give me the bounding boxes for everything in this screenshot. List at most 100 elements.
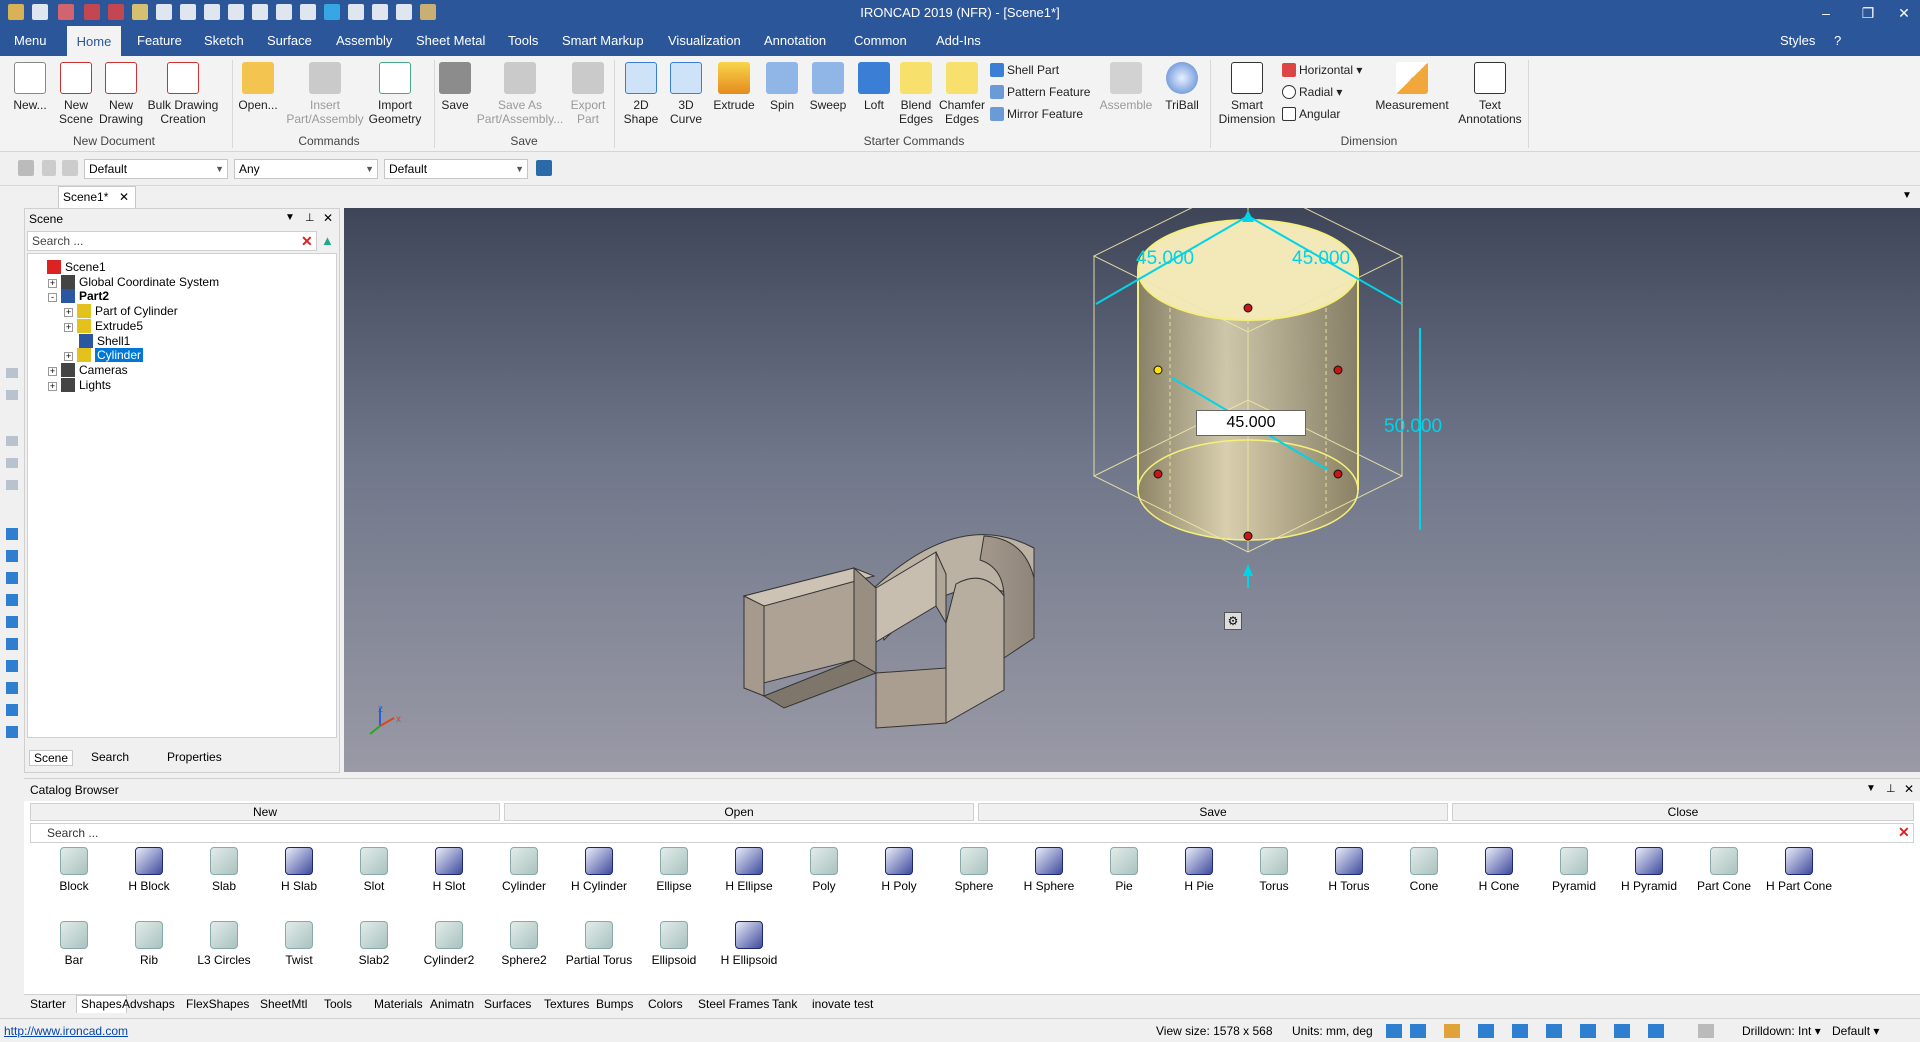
tab-feature[interactable]: Feature — [131, 26, 188, 56]
catalog-shape-item[interactable]: L3 Circles — [188, 921, 260, 967]
render-icon[interactable] — [1478, 1024, 1494, 1038]
catalog-shape-item[interactable]: Bar — [38, 921, 110, 967]
tab-common[interactable]: Common — [848, 26, 913, 56]
catalog-shape-item[interactable]: Cylinder — [488, 847, 560, 893]
panel-menu-icon[interactable]: ▼ — [1866, 783, 1876, 794]
spin-button[interactable]: Spin — [762, 62, 802, 112]
catalog-tab[interactable]: Tank — [772, 997, 797, 1011]
styles-menu[interactable]: Styles — [1774, 26, 1821, 56]
website-link[interactable]: http://www.ironcad.com — [4, 1024, 128, 1038]
measurement-button[interactable]: Measurement — [1372, 62, 1452, 112]
tab-smart-markup[interactable]: Smart Markup — [556, 26, 650, 56]
dimension-input[interactable]: 45.000 — [1196, 410, 1306, 436]
catalog-shape-item[interactable]: Partial Torus — [563, 921, 635, 967]
assemble-button[interactable]: Assemble — [1098, 62, 1154, 112]
triball-button[interactable]: TriBall — [1160, 62, 1204, 112]
default-select[interactable]: Default ▾ — [1832, 1024, 1879, 1038]
scene-search-input[interactable]: Search ... — [27, 231, 317, 251]
view-icon[interactable] — [1444, 1024, 1460, 1038]
save-button[interactable]: Save — [438, 62, 472, 112]
catalog-tab[interactable]: Tools — [324, 997, 352, 1011]
magnet-part[interactable] — [742, 534, 1035, 729]
select-icon[interactable] — [18, 160, 34, 176]
loft-button[interactable]: Loft — [854, 62, 894, 112]
dim-height[interactable]: 50.000 — [1384, 416, 1442, 438]
catalog-save-button[interactable]: Save — [978, 803, 1448, 821]
grid-icon[interactable] — [1648, 1024, 1664, 1038]
catalog-tab[interactable]: SheetMtl — [260, 997, 307, 1011]
catalog-shape-item[interactable]: H Sphere — [1013, 847, 1085, 893]
dim-width-right[interactable]: 45.000 — [1292, 248, 1350, 270]
filter-combo[interactable]: Default ▼ — [84, 159, 228, 179]
expand-toggle-icon[interactable]: + — [48, 381, 57, 391]
expand-toggle-icon[interactable]: - — [48, 293, 57, 303]
catalog-shape-item[interactable]: Part Cone — [1688, 847, 1760, 893]
catalog-tab[interactable]: Bumps — [596, 997, 633, 1011]
catalog-shape-item[interactable]: H Ellipsoid — [713, 921, 785, 967]
minimize-icon[interactable]: – — [1806, 2, 1846, 24]
tab-tools[interactable]: Tools — [502, 26, 544, 56]
save-as-button[interactable]: Save As Part/Assembly... — [474, 62, 566, 126]
search-options-icon[interactable]: ▲ — [321, 233, 334, 248]
tab-annotation[interactable]: Annotation — [758, 26, 832, 56]
catalog-shape-item[interactable]: Slot — [338, 847, 410, 893]
catalog-tab[interactable]: Animatn — [430, 997, 474, 1011]
dim-width-left[interactable]: 45.000 — [1136, 248, 1194, 270]
chamfer-edges-button[interactable]: Chamfer Edges — [938, 62, 986, 126]
catalog-tab[interactable]: Surfaces — [484, 997, 531, 1011]
triball-handle-icon[interactable]: ⚙ — [1224, 612, 1242, 630]
catalog-shape-item[interactable]: Ellipse — [638, 847, 710, 893]
extrude-button[interactable]: Extrude — [710, 62, 758, 112]
close-icon[interactable]: ✕ — [323, 211, 333, 225]
cursor-icon[interactable] — [42, 160, 56, 176]
tab-menu[interactable]: Menu — [8, 26, 53, 56]
tree-node[interactable]: + Lights — [48, 376, 111, 394]
tab-scene[interactable]: Scene — [29, 750, 74, 766]
pattern-feature-button[interactable]: Pattern Feature — [990, 82, 1090, 102]
catalog-shape-item[interactable]: Torus — [1238, 847, 1310, 893]
expand-toggle-icon[interactable]: + — [48, 366, 57, 376]
tab-sheet-metal[interactable]: Sheet Metal — [410, 26, 491, 56]
catalog-shape-item[interactable]: H Cone — [1463, 847, 1535, 893]
catalog-shape-item[interactable]: H Part Cone — [1763, 847, 1835, 893]
expand-toggle-icon[interactable]: + — [64, 322, 73, 332]
pin-icon[interactable]: ⊥ — [1886, 782, 1896, 795]
catalog-close-button[interactable]: Close — [1452, 803, 1914, 821]
pin-icon[interactable]: ⊥ — [305, 211, 315, 224]
catalog-shape-item[interactable]: H Block — [113, 847, 185, 893]
mirror-feature-button[interactable]: Mirror Feature — [990, 104, 1083, 124]
catalog-search-input[interactable]: Search ... — [30, 823, 1914, 843]
zoom-icon[interactable] — [1386, 1024, 1402, 1038]
display-icon[interactable] — [1614, 1024, 1630, 1038]
catalog-shape-item[interactable]: Ellipsoid — [638, 921, 710, 967]
close-icon[interactable]: ✕ — [1904, 782, 1914, 796]
catalog-shape-item[interactable]: Slab2 — [338, 921, 410, 967]
close-icon[interactable]: ✕ — [1884, 2, 1920, 24]
catalog-shape-item[interactable]: Pyramid — [1538, 847, 1610, 893]
tab-menu-chevron-icon[interactable]: ▼ — [1902, 190, 1912, 201]
tab-add-ins[interactable]: Add-Ins — [930, 26, 987, 56]
catalog-shape-item[interactable]: Cone — [1388, 847, 1460, 893]
catalog-shape-item[interactable]: H Cylinder — [563, 847, 635, 893]
2d-shape-button[interactable]: 2D Shape — [618, 62, 664, 126]
catalog-shape-item[interactable]: H Pyramid — [1613, 847, 1685, 893]
expand-toggle-icon[interactable]: + — [64, 352, 73, 362]
open-button[interactable]: Open... — [236, 62, 280, 112]
catalog-shape-item[interactable]: H Ellipse — [713, 847, 785, 893]
catalog-shape-item[interactable]: Twist — [263, 921, 335, 967]
new-button[interactable]: New... — [8, 62, 52, 112]
catalog-new-button[interactable]: New — [30, 803, 500, 821]
catalog-tab[interactable]: Advshaps — [122, 997, 175, 1011]
style-combo[interactable]: Default ▼ — [384, 159, 528, 179]
catalog-shape-item[interactable]: Rib — [113, 921, 185, 967]
light-icon[interactable] — [1580, 1024, 1596, 1038]
expand-toggle-icon[interactable]: + — [48, 278, 57, 288]
tab-surface[interactable]: Surface — [261, 26, 318, 56]
blend-edges-button[interactable]: Blend Edges — [896, 62, 936, 126]
catalog-shape-item[interactable]: Sphere2 — [488, 921, 560, 967]
smart-dimension-button[interactable]: Smart Dimension — [1214, 62, 1280, 126]
export-part-button[interactable]: Export Part — [566, 62, 610, 126]
expand-toggle-icon[interactable]: + — [64, 308, 73, 318]
close-tab-icon[interactable]: ✕ — [119, 187, 129, 207]
section-icon[interactable] — [1546, 1024, 1562, 1038]
